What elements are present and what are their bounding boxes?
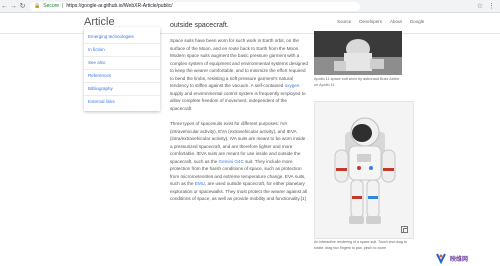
toc-external-links[interactable]: External links [84,96,160,109]
toc-see-also[interactable]: See also [84,57,160,70]
paragraph-2-text-a: Three types of spacesuits exist for diff… [170,121,306,164]
address-bar[interactable]: 🔒 Secure | https://google-ar.github.io/W… [30,1,360,11]
toc-in-fiction[interactable]: In fiction [84,44,160,57]
watermark-text: 映维网 [450,256,469,263]
gemini-link[interactable]: Gemini G4C [219,159,244,164]
section-heading: outside spacecraft. [170,22,229,29]
table-of-contents: Emerging technologies In fiction See als… [84,27,160,111]
menu-icon[interactable]: ⋮ [488,2,495,10]
toc-bibliography[interactable]: Bibliography [84,83,160,96]
paragraph-2: Three types of spacesuits exist for diff… [170,120,308,203]
paragraph-1: Space suits have been worn for such work… [170,37,308,112]
nav-developers[interactable]: Developers [359,19,382,24]
star-icon[interactable]: ☆ [477,2,483,10]
lock-icon: 🔒 [34,3,41,9]
model-viewer[interactable] [314,101,414,239]
article-body: outside spacecraft. Space suits have bee… [170,21,308,211]
site-nav: Source Developers About Google [337,19,424,24]
astronaut-photo-image [314,31,402,75]
emu-link[interactable]: EMU [195,181,205,186]
forward-icon[interactable]: → [9,1,18,12]
nav-about[interactable]: About [390,19,402,24]
back-icon[interactable]: ← [0,1,9,12]
browser-toolbar: ← → ↻ 🔒 Secure | https://google-ar.githu… [0,0,500,13]
paragraph-1-tail: supply and environmental control system … [170,90,306,111]
oxygen-link[interactable]: oxygen [285,83,300,88]
url-separator: | [62,3,64,9]
watermark: 映维网 [435,252,468,264]
fullscreen-icon[interactable] [401,226,408,233]
toc-emerging-technologies[interactable]: Emerging technologies [84,31,160,44]
space-suit-model [334,117,396,224]
paragraph-1-text: Space suits have been worn for such work… [170,38,308,88]
secure-label: Secure [43,3,60,9]
photo-caption: Apollo 11 space suit worn by astronaut B… [314,77,399,87]
toc-references[interactable]: References [84,70,160,83]
url-text[interactable]: https://google-ar.github.io/WebXR-Articl… [66,3,172,9]
watermark-logo-icon [436,253,446,264]
reload-icon[interactable]: ↻ [18,1,27,12]
apollo-photo [314,31,402,75]
nav-source[interactable]: Source [337,19,351,24]
nav-google[interactable]: Google [410,19,425,24]
viewer-caption: An interactive rendering of a space suit… [314,240,407,250]
